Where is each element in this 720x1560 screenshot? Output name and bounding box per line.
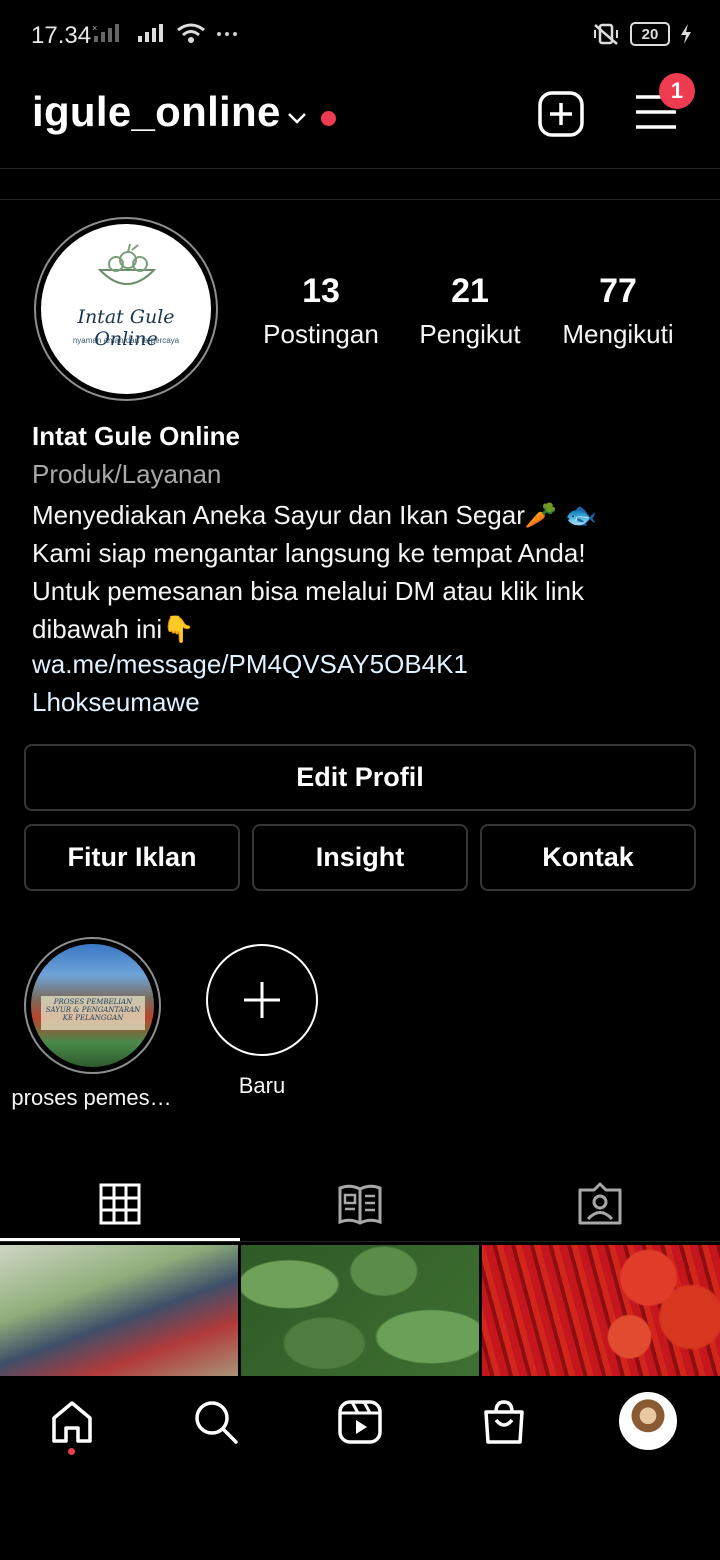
post-thumbnail[interactable] [0, 1245, 238, 1376]
stat-followers-count: 21 [451, 272, 489, 310]
profile-avatar[interactable] [619, 1392, 677, 1450]
svg-text:×: × [92, 23, 97, 33]
stat-followers[interactable]: 21 Pengikut [395, 272, 545, 350]
edit-profile-button[interactable]: Edit Profil [24, 744, 696, 811]
status-bar: 17.34 × 20 [0, 0, 720, 72]
highlight-label: proses pemes… [11, 1085, 172, 1110]
account-switcher-username[interactable]: igule_online [32, 88, 281, 136]
signal-strong-icon [138, 24, 163, 42]
stat-posts[interactable]: 13 Postingan [246, 272, 396, 350]
tagged-icon [578, 1182, 622, 1225]
post-thumbnail[interactable] [241, 1245, 479, 1376]
stat-posts-count: 13 [302, 272, 340, 310]
plus-icon [244, 982, 280, 1018]
tab-posts-grid[interactable] [0, 1168, 240, 1240]
notification-badge: 1 [659, 73, 695, 109]
stat-followers-label: Pengikut [419, 319, 521, 349]
status-icons-left: × [92, 22, 238, 44]
nav-home[interactable] [42, 1392, 102, 1452]
tabs-divider [0, 1241, 720, 1242]
home-activity-dot [68, 1448, 75, 1455]
tab-tagged[interactable] [480, 1168, 720, 1240]
charging-icon [681, 24, 691, 44]
create-post-icon[interactable] [538, 91, 584, 137]
veggie-bowl-logo-icon [97, 243, 157, 285]
highlight-image-text: PROSES PEMBELIAN SAYUR & PENGANTARAN KE … [41, 996, 145, 1030]
stat-posts-label: Postingan [263, 319, 379, 349]
stat-following-label: Mengikuti [562, 319, 674, 349]
home-icon [52, 1401, 92, 1443]
profile-location[interactable]: Lhokseumawe [32, 687, 200, 718]
nav-reels[interactable] [330, 1392, 390, 1452]
vibrate-mute-icon [594, 23, 618, 45]
status-dot [321, 111, 336, 126]
insights-button[interactable]: Insight [252, 824, 468, 891]
header-divider [0, 168, 720, 169]
shop-icon [484, 1400, 524, 1444]
contact-button[interactable]: Kontak [480, 824, 696, 891]
grid-icon [99, 1183, 141, 1225]
signal-icon: × [92, 23, 119, 42]
battery-icon: 20 [630, 22, 670, 46]
new-highlight-label: Baru [238, 1073, 286, 1098]
profile-avatar[interactable]: Intat Gule Online nyaman aman dan terper… [41, 224, 211, 394]
status-time: 17.34 [31, 22, 92, 49]
ad-tools-button[interactable]: Fitur Iklan [24, 824, 240, 891]
post-thumbnail[interactable] [482, 1245, 720, 1376]
guide-icon [338, 1184, 382, 1225]
stat-following-count: 77 [599, 272, 637, 310]
section-divider [0, 199, 720, 200]
new-highlight-button[interactable] [206, 944, 318, 1056]
profile-bio: Menyediakan Aneka Sayur dan Ikan Segar🥕 … [32, 500, 597, 644]
chevron-down-icon[interactable] [286, 110, 308, 126]
tab-guides[interactable] [240, 1168, 480, 1240]
reels-icon [338, 1400, 382, 1444]
stat-following[interactable]: 77 Mengikuti [543, 272, 693, 350]
profile-category: Produk/Layanan [32, 459, 222, 489]
nav-search[interactable] [186, 1392, 246, 1452]
status-icons-right: 20 [592, 22, 692, 46]
story-highlight[interactable]: PROSES PEMBELIAN SAYUR & PENGANTARAN KE … [31, 944, 154, 1067]
more-dots-icon [217, 32, 237, 36]
nav-shop[interactable] [474, 1392, 534, 1452]
wifi-icon [177, 23, 205, 43]
logo-tagline: nyaman aman dan terpercaya [72, 336, 180, 345]
profile-link[interactable]: wa.me/message/PM4QVSAY5OB4K1 [32, 649, 468, 680]
search-icon [195, 1401, 238, 1444]
profile-full-name: Intat Gule Online [32, 421, 241, 451]
